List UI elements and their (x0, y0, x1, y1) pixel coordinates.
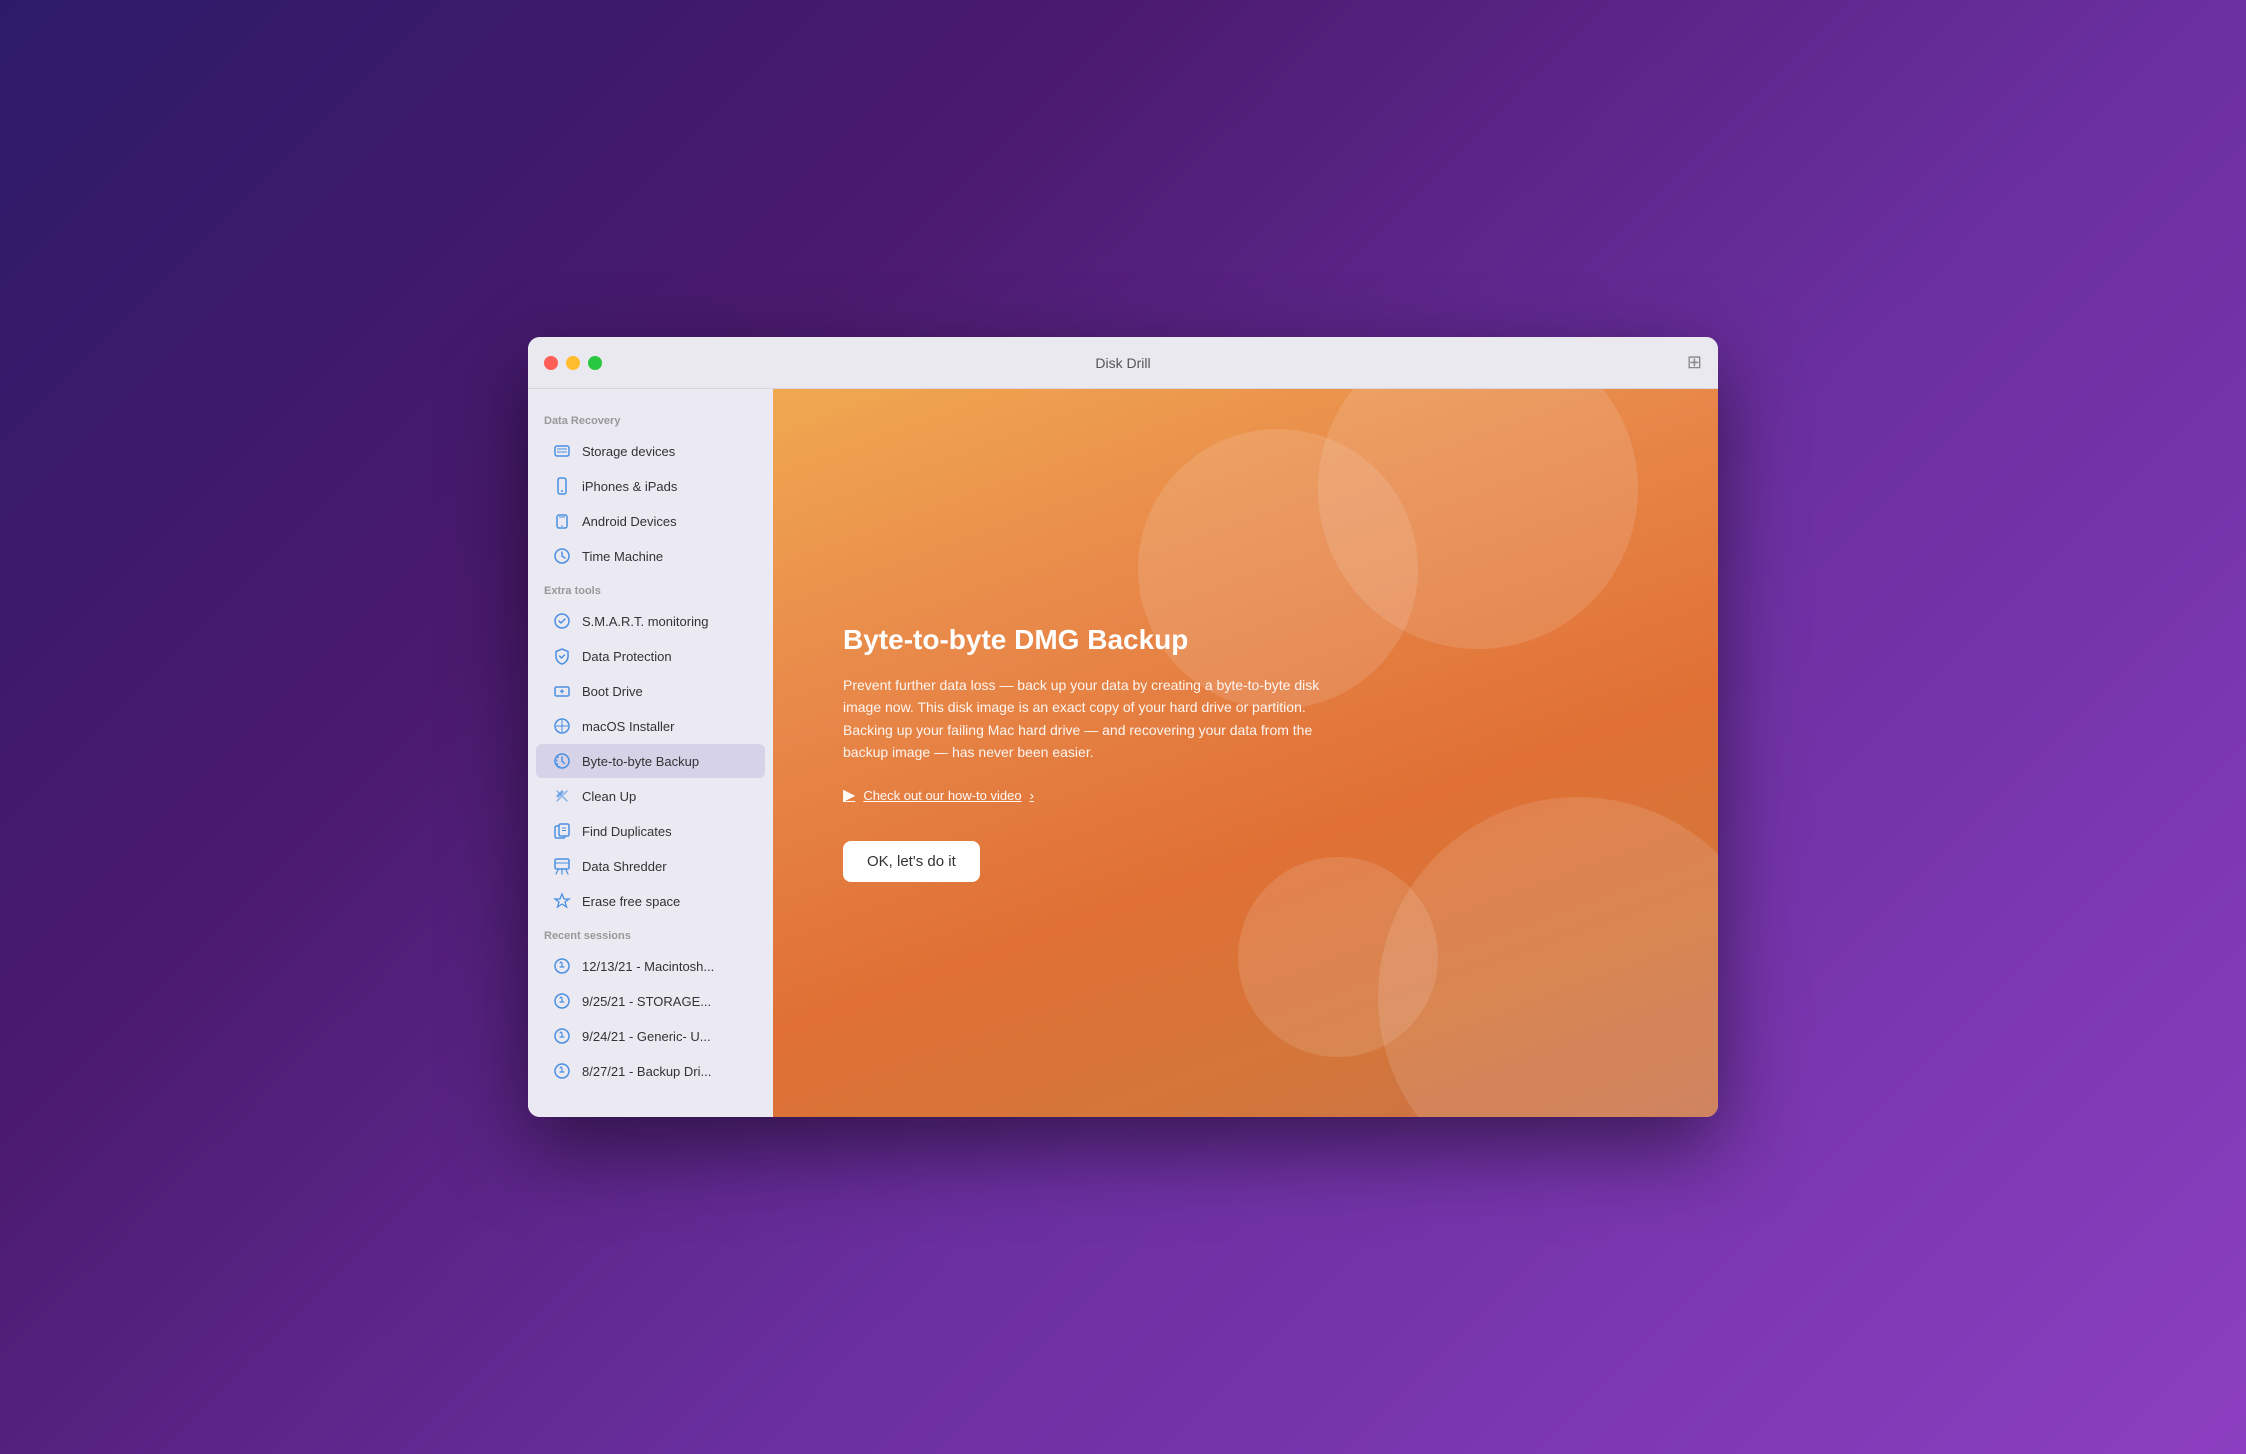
cta-button[interactable]: OK, let's do it (843, 841, 980, 882)
sidebar-item-smart-monitoring[interactable]: S.M.A.R.T. monitoring (536, 604, 765, 638)
sidebar-item-session-1-label: 12/13/21 - Macintosh... (582, 959, 714, 974)
video-link[interactable]: ▶ Check out our how-to video › (843, 785, 1648, 805)
storage-devices-icon (552, 441, 572, 461)
sidebar-item-session-2-label: 9/25/21 - STORAGE... (582, 994, 711, 1009)
sidebar-item-data-shredder-label: Data Shredder (582, 859, 667, 874)
sidebar-item-boot-drive[interactable]: Boot Drive (536, 674, 765, 708)
sidebar-item-find-duplicates[interactable]: Find Duplicates (536, 814, 765, 848)
sidebar-item-clean-up[interactable]: Clean Up (536, 779, 765, 813)
deco-circle-4 (1238, 857, 1438, 1057)
erase-free-space-icon (552, 891, 572, 911)
sidebar-item-byte-backup[interactable]: Byte-to-byte Backup (536, 744, 765, 778)
app-window: Disk Drill ⊞ Data Recovery Storage devic… (528, 337, 1718, 1117)
sidebar-item-storage-devices[interactable]: Storage devices (536, 434, 765, 468)
sidebar-item-data-protection-label: Data Protection (582, 649, 672, 664)
sidebar-item-data-protection[interactable]: Data Protection (536, 639, 765, 673)
smart-icon (552, 611, 572, 631)
iphone-icon (552, 476, 572, 496)
video-icon: ▶ (843, 785, 855, 805)
boot-drive-icon (552, 681, 572, 701)
clean-up-icon (552, 786, 572, 806)
sidebar-section-recent-sessions: Recent sessions (528, 930, 773, 948)
sidebar-item-clean-up-label: Clean Up (582, 789, 636, 804)
sidebar-item-macos-label: macOS Installer (582, 719, 674, 734)
session-1-icon (552, 956, 572, 976)
sidebar-item-time-machine[interactable]: Time Machine (536, 539, 765, 573)
main-panel-title: Byte-to-byte DMG Backup (843, 624, 1648, 656)
data-shredder-icon (552, 856, 572, 876)
video-link-text: Check out our how-to video (863, 788, 1021, 803)
session-2-icon (552, 991, 572, 1011)
byte-backup-icon (552, 751, 572, 771)
sidebar-item-smart-label: S.M.A.R.T. monitoring (582, 614, 708, 629)
sidebar-item-session-2[interactable]: 9/25/21 - STORAGE... (536, 984, 765, 1018)
sidebar-item-boot-drive-label: Boot Drive (582, 684, 643, 699)
macos-icon (552, 716, 572, 736)
android-icon (552, 511, 572, 531)
find-duplicates-icon (552, 821, 572, 841)
traffic-lights (544, 356, 602, 370)
sidebar-item-erase-free-space-label: Erase free space (582, 894, 680, 909)
video-link-arrow: › (1030, 788, 1034, 803)
sidebar-item-time-machine-label: Time Machine (582, 549, 663, 564)
main-panel: Byte-to-byte DMG Backup Prevent further … (773, 389, 1718, 1117)
session-4-icon (552, 1061, 572, 1081)
titlebar: Disk Drill ⊞ (528, 337, 1718, 389)
sidebar-item-erase-free-space[interactable]: Erase free space (536, 884, 765, 918)
sidebar: Data Recovery Storage devices (528, 389, 773, 1117)
sidebar-item-android-label: Android Devices (582, 514, 677, 529)
main-content: Data Recovery Storage devices (528, 389, 1718, 1117)
sidebar-item-find-duplicates-label: Find Duplicates (582, 824, 672, 839)
sidebar-item-data-shredder[interactable]: Data Shredder (536, 849, 765, 883)
sidebar-section-data-recovery: Data Recovery (528, 415, 773, 433)
sidebar-item-byte-backup-label: Byte-to-byte Backup (582, 754, 699, 769)
help-icon[interactable]: ⊞ (1687, 352, 1702, 373)
maximize-button[interactable] (588, 356, 602, 370)
sidebar-item-iphones-ipads-label: iPhones & iPads (582, 479, 677, 494)
minimize-button[interactable] (566, 356, 580, 370)
sidebar-item-storage-devices-label: Storage devices (582, 444, 675, 459)
time-machine-icon (552, 546, 572, 566)
close-button[interactable] (544, 356, 558, 370)
window-title: Disk Drill (1095, 355, 1150, 371)
sidebar-item-iphones-ipads[interactable]: iPhones & iPads (536, 469, 765, 503)
sidebar-item-android-devices[interactable]: Android Devices (536, 504, 765, 538)
main-panel-description: Prevent further data loss — back up your… (843, 674, 1343, 764)
sidebar-item-macos-installer[interactable]: macOS Installer (536, 709, 765, 743)
sidebar-item-session-3-label: 9/24/21 - Generic- U... (582, 1029, 711, 1044)
sidebar-item-session-1[interactable]: 12/13/21 - Macintosh... (536, 949, 765, 983)
sidebar-item-session-3[interactable]: 9/24/21 - Generic- U... (536, 1019, 765, 1053)
sidebar-item-session-4[interactable]: 8/27/21 - Backup Dri... (536, 1054, 765, 1088)
sidebar-section-extra-tools: Extra tools (528, 585, 773, 603)
session-3-icon (552, 1026, 572, 1046)
deco-circle-2 (1138, 429, 1418, 709)
sidebar-item-session-4-label: 8/27/21 - Backup Dri... (582, 1064, 711, 1079)
shield-icon (552, 646, 572, 666)
